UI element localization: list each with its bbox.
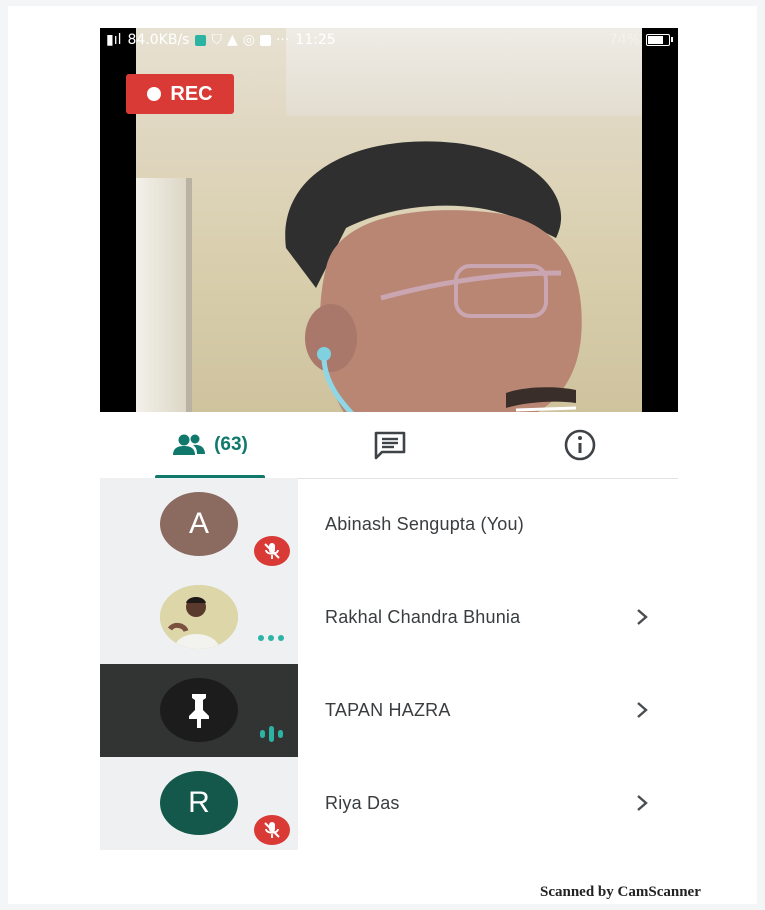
avatar-column <box>100 664 298 757</box>
avatar-initial: A <box>188 507 209 540</box>
avatar-column: R <box>100 757 298 850</box>
speaking-indicator-icon <box>260 726 283 742</box>
signal-icon: ▮ıl <box>106 32 122 48</box>
chevron-right-icon[interactable] <box>632 793 652 813</box>
chat-icon <box>374 431 406 460</box>
participant-count: (63) <box>214 434 248 455</box>
warning-icon: ▲ <box>226 32 238 48</box>
recording-badge: REC <box>126 74 234 114</box>
status-bar: ▮ıl 84.0KB/s ⛉ ▲ ◎ ··· 11:25 74% <box>100 28 678 52</box>
tab-people[interactable]: (63) <box>140 412 280 479</box>
avatar-column <box>100 571 298 664</box>
chevron-right-icon[interactable] <box>632 607 652 627</box>
participant-row-active-speaker[interactable]: TAPAN HAZRA <box>100 664 678 757</box>
avatar-initial: R <box>188 786 210 819</box>
avatar: A <box>160 492 238 556</box>
mic-muted-icon <box>254 815 290 845</box>
download-icon <box>259 34 271 46</box>
chat-bubble-icon <box>195 34 207 46</box>
avatar <box>160 678 238 742</box>
info-icon <box>564 429 596 461</box>
avatar-column: A <box>100 478 298 571</box>
battery-percent: 74% <box>608 32 640 48</box>
avatar: R <box>160 771 238 835</box>
participant-row[interactable]: R Riya Das <box>100 757 678 850</box>
people-icon <box>173 434 206 455</box>
chevron-right-icon[interactable] <box>632 700 652 720</box>
phone-screen: ▮ıl 84.0KB/s ⛉ ▲ ◎ ··· 11:25 74% REC (63… <box>100 28 678 853</box>
record-dot-icon <box>147 87 162 101</box>
pin-icon <box>189 694 209 728</box>
more-options-icon[interactable] <box>258 635 284 641</box>
more-notifications-icon: ··· <box>275 32 290 48</box>
panel-tabs: (63) <box>100 412 678 479</box>
shield-icon: ⛉ <box>211 32 222 48</box>
participant-row[interactable]: A Abinash Sengupta (You) <box>100 478 678 571</box>
avatar-photo <box>160 585 238 649</box>
battery-icon <box>646 34 673 46</box>
whatsapp-icon: ◎ <box>242 32 255 48</box>
scene-window <box>136 178 192 412</box>
tab-info[interactable] <box>545 412 615 478</box>
participant-name: Abinash Sengupta (You) <box>325 514 524 534</box>
network-speed: 84.0KB/s <box>127 32 190 48</box>
participant-name: Rakhal Chandra Bhunia <box>325 607 521 627</box>
participant-name: Riya Das <box>325 793 400 813</box>
mic-muted-icon <box>254 536 290 566</box>
participant-row[interactable]: Rakhal Chandra Bhunia <box>100 571 678 664</box>
tab-chat[interactable] <box>355 412 425 478</box>
video-feed[interactable]: ▮ıl 84.0KB/s ⛉ ▲ ◎ ··· 11:25 74% REC <box>100 28 678 412</box>
participant-name: TAPAN HAZRA <box>325 700 451 720</box>
clock: 11:25 <box>295 32 336 48</box>
scanner-watermark: Scanned by CamScanner <box>540 884 701 900</box>
recording-label: REC <box>170 82 213 105</box>
participant-video-person <box>285 141 582 412</box>
